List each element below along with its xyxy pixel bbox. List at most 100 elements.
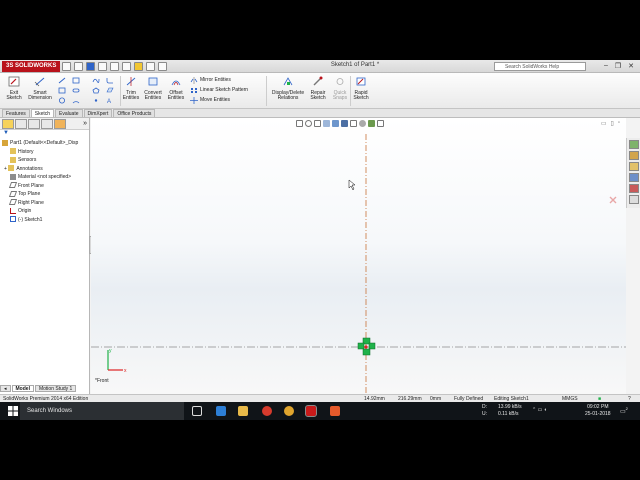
options-icon[interactable] [158,62,167,71]
expand-icon[interactable]: + [4,166,7,172]
tab-motion-study-1[interactable]: Motion Study 1 [34,385,77,392]
convert-entities-button[interactable]: Convert Entities [142,76,164,102]
exit-sketch-label: Exit Sketch [6,89,22,101]
clock-time: 09:02 PM [587,404,609,410]
repair-sketch-button[interactable]: Repair Sketch [308,76,328,102]
close-sketch-watermark-icon[interactable] [609,196,617,204]
offset-entities-button[interactable]: Offset Entities [166,76,186,102]
spline-icon[interactable] [92,77,100,84]
tab-office-products[interactable]: Office Products [113,109,156,117]
smart-dimension-button[interactable]: Smart Dimension [28,76,52,102]
sketch-fillet-icon[interactable] [106,77,114,84]
help-search-input[interactable]: Search SolidWorks Help [494,62,586,71]
display-manager-tab-icon[interactable] [54,119,66,129]
print-icon[interactable] [98,62,107,71]
tree-item-material[interactable]: Material <not specified> [0,173,89,182]
feature-manager-tab-icon[interactable] [2,119,14,129]
new-document-icon[interactable] [62,62,71,71]
filter-icon[interactable]: ▼ [0,130,89,139]
help-search-placeholder: Search SolidWorks Help [505,64,560,70]
polygon-icon[interactable] [92,87,100,94]
select-icon[interactable] [122,62,131,71]
task-pane [626,138,640,208]
task-view-icon[interactable] [192,406,202,416]
sketch-origin-icon[interactable] [357,337,376,356]
design-library-icon[interactable] [629,151,639,160]
repair-sketch-icon [313,76,323,86]
slot-icon[interactable] [72,87,80,94]
taskbar-search-input[interactable]: Search Windows [20,402,184,420]
quick-access-toolbar [62,62,167,71]
file-explorer-taskbar-icon[interactable] [238,406,248,416]
custom-properties-icon[interactable] [629,195,639,204]
window-controls: – ❐ ✕ [604,62,634,70]
solidworks-taskbar-icon[interactable] [305,405,317,417]
circle-icon[interactable] [58,97,66,104]
expand-panel-icon[interactable]: » [83,119,87,128]
linear-sketch-pattern-button[interactable]: Linear Sketch Pattern [200,87,248,93]
tree-item-history[interactable]: History [0,148,89,157]
dimxpert-manager-tab-icon[interactable] [41,119,53,129]
display-delete-relations-button[interactable]: Display/Delete Relations [268,76,308,102]
appearances-icon[interactable] [629,184,639,193]
move-entities-icon [190,97,198,104]
chrome-icon[interactable] [284,406,294,416]
solidworks-resources-icon[interactable] [629,140,639,149]
system-tray-icons[interactable]: ⌃ ▭ ◖ [532,407,547,414]
app-name: SOLIDWORKS [15,63,57,69]
notification-count: 2 [625,406,628,411]
minimize-button[interactable]: – [604,62,608,70]
quick-snaps-button[interactable]: Quick Snaps [330,76,350,102]
view-palette-icon[interactable] [629,173,639,182]
arc-icon[interactable] [72,97,80,104]
scroll-left-icon[interactable]: ◂ [0,385,11,392]
tree-item-sensors[interactable]: Sensors [0,156,89,165]
tree-item-front-plane[interactable]: Front Plane [0,182,89,191]
restore-button[interactable]: ❐ [615,62,621,70]
tab-features[interactable]: Features [2,109,30,117]
tab-dimxpert[interactable]: DimXpert [83,109,113,117]
tree-item-sketch1[interactable]: (-) Sketch1 [0,216,89,225]
windows-start-icon[interactable] [8,406,18,416]
rebuild-icon[interactable] [134,62,143,71]
move-entities-button[interactable]: Move Entities [200,97,230,103]
tree-item-right-plane[interactable]: Right Plane [0,199,89,208]
recorder-app-icon[interactable] [330,406,340,416]
exit-sketch-button[interactable]: Exit Sketch [4,76,24,102]
configuration-manager-tab-icon[interactable] [28,119,40,129]
file-properties-icon[interactable] [146,62,155,71]
clock[interactable]: 09:02 PM 25-01-2018 [585,404,611,417]
material-icon [10,173,16,180]
tab-model[interactable]: Model [11,385,34,392]
save-icon[interactable] [86,62,95,71]
undo-icon[interactable] [110,62,119,71]
media-app-icon[interactable] [262,406,272,416]
trim-entities-button[interactable]: Trim Entities [122,76,140,102]
file-explorer-icon[interactable] [629,162,639,171]
tree-item-annotations[interactable]: + Annotations [0,165,89,174]
text-icon[interactable]: A [106,97,114,104]
tree-item-origin[interactable]: Origin [0,207,89,216]
plane-icon[interactable] [106,87,114,94]
open-icon[interactable] [74,62,83,71]
notification-center-icon[interactable]: ▭2 [620,406,628,416]
rapid-sketch-button[interactable]: Rapid Sketch [352,76,370,102]
separator [120,76,121,106]
tree-item-top-plane[interactable]: Top Plane [0,190,89,199]
tab-sketch[interactable]: Sketch [30,109,55,117]
corner-rectangle-icon[interactable] [72,77,80,84]
line-icon[interactable] [58,77,66,84]
graphics-area[interactable]: ▭ ▯ ▫ y x *Front [91,118,626,394]
tree-root-part1[interactable]: Part1 (Default<<Default>_Disp [0,139,89,148]
rectangle-icon[interactable] [58,87,66,94]
tree-item-label: Sensors [18,157,37,163]
feature-manager-panel: » ▼ Part1 (Default<<Default>_Disp Histor… [0,118,90,394]
mirror-entities-button[interactable]: Mirror Entities [200,77,231,83]
point-icon[interactable] [92,97,100,104]
close-button[interactable]: ✕ [628,62,634,70]
tab-evaluate[interactable]: Evaluate [55,109,83,117]
edge-browser-icon[interactable] [216,406,226,416]
solidworks-logo[interactable]: 3S SOLIDWORKS [2,61,60,72]
property-manager-tab-icon[interactable] [15,119,27,129]
svg-text:A: A [107,99,111,104]
